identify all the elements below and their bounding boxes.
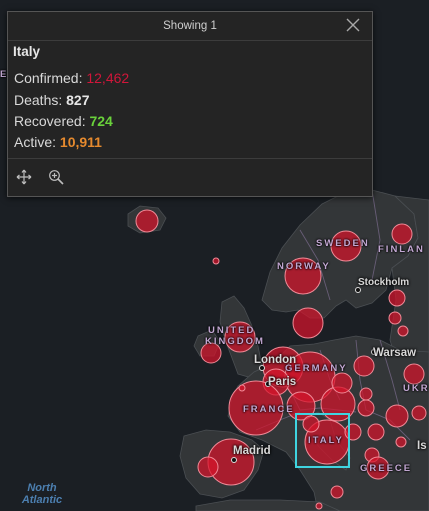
label-greece: GREECE <box>360 463 413 474</box>
stat-deaths: Deaths: 827 <box>14 92 90 108</box>
stat-confirmed-value: 12,462 <box>86 70 130 86</box>
sea-label-line1: North <box>27 482 57 494</box>
label-italy: ITALY <box>308 435 344 446</box>
label-london: London <box>254 354 297 366</box>
popup-divider <box>8 158 372 159</box>
label-finland: FINLAN <box>378 244 425 255</box>
stat-recovered-value: 724 <box>89 113 113 129</box>
label-uk-line1: UNITED <box>208 325 256 336</box>
zoom-to-icon[interactable] <box>48 169 66 187</box>
label-north-atlantic: North Atlantic <box>14 482 70 506</box>
feature-popup: Showing 1 Italy Confirmed: 12,462 Deaths… <box>7 11 373 197</box>
popup-title: Showing 1 <box>163 20 217 32</box>
popup-country: Italy <box>13 44 41 59</box>
label-uk-line2: KINGDOM <box>205 336 265 347</box>
stat-recovered: Recovered: 724 <box>14 113 113 129</box>
pan-icon[interactable] <box>16 169 34 187</box>
stat-confirmed: Confirmed: 12,462 <box>14 70 129 86</box>
label-stockholm: Stockholm <box>358 277 410 288</box>
stat-recovered-label: Recovered: <box>14 113 86 129</box>
stat-deaths-value: 827 <box>66 92 90 108</box>
label-edge-city: Is <box>417 440 427 452</box>
popup-header: Showing 1 <box>8 12 372 41</box>
sea-label-line2: Atlantic <box>21 494 63 506</box>
stat-active-label: Active: <box>14 134 57 150</box>
label-norway: NORWAY <box>277 261 331 272</box>
label-ukraine: UKR <box>403 383 429 394</box>
label-warsaw: Warsaw <box>373 347 417 359</box>
stat-active: Active: 10,911 <box>14 134 102 150</box>
close-icon[interactable] <box>346 16 360 36</box>
label-france: FRANCE <box>243 404 295 415</box>
map-view[interactable]: SWEDEN FINLAN NORWAY UNITED KINGDOM GERM… <box>0 0 429 511</box>
stat-confirmed-label: Confirmed: <box>14 70 83 86</box>
stat-deaths-label: Deaths: <box>14 92 63 108</box>
label-paris: Paris <box>268 376 297 388</box>
label-madrid: Madrid <box>233 445 271 457</box>
label-sweden: SWEDEN <box>316 238 370 249</box>
stat-active-value: 10,911 <box>59 134 102 150</box>
